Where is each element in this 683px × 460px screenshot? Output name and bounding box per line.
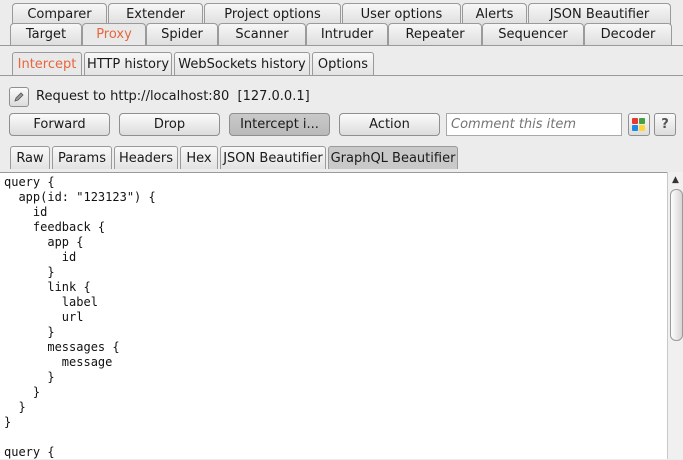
tab-scanner[interactable]: Scanner bbox=[218, 23, 306, 45]
tab-http-history[interactable]: HTTP history bbox=[84, 52, 172, 75]
tab-json-beautifier[interactable]: JSON Beautifier bbox=[528, 3, 671, 25]
tab-intercept[interactable]: Intercept bbox=[12, 52, 82, 75]
tab-repeater[interactable]: Repeater bbox=[388, 23, 482, 45]
message-editor[interactable]: query { app(id: "123123") { id feedback … bbox=[0, 172, 683, 459]
tab-websockets-history[interactable]: WebSockets history bbox=[174, 52, 310, 75]
tab-alerts[interactable]: Alerts bbox=[462, 3, 527, 25]
tab-extender[interactable]: Extender bbox=[108, 3, 203, 25]
tab-divider bbox=[0, 45, 683, 46]
tab-params[interactable]: Params bbox=[52, 146, 112, 169]
tab-options[interactable]: Options bbox=[312, 52, 374, 75]
subtab-divider bbox=[0, 75, 683, 76]
scrollbar-thumb[interactable] bbox=[670, 189, 683, 341]
request-info: Request to http://localhost:80 [127.0.0.… bbox=[36, 89, 310, 104]
scroll-up-arrow-icon[interactable]: ▲ bbox=[668, 172, 683, 187]
intercept-toggle-button[interactable]: Intercept i... bbox=[229, 113, 330, 136]
tab-graphql-beautifier[interactable]: GraphQL Beautifier bbox=[328, 146, 458, 169]
tab-comparer[interactable]: Comparer bbox=[12, 3, 107, 25]
tab-raw[interactable]: Raw bbox=[10, 146, 50, 169]
tab-proxy[interactable]: Proxy bbox=[82, 23, 146, 45]
graphql-query-text[interactable]: query { app(id: "123123") { id feedback … bbox=[0, 173, 683, 460]
tab-spider[interactable]: Spider bbox=[146, 23, 218, 45]
tab-project-options[interactable]: Project options bbox=[204, 3, 341, 25]
pencil-icon bbox=[14, 92, 24, 102]
tab-sequencer[interactable]: Sequencer bbox=[482, 23, 584, 45]
request-target: Request to http://localhost:80 bbox=[36, 89, 230, 104]
tab-target[interactable]: Target bbox=[10, 23, 82, 45]
color-grid-icon bbox=[632, 117, 645, 131]
edit-request-button[interactable] bbox=[9, 87, 29, 107]
tab-json-beautifier-view[interactable]: JSON Beautifier bbox=[220, 146, 326, 169]
action-button[interactable]: Action bbox=[339, 113, 440, 136]
forward-button[interactable]: Forward bbox=[9, 113, 110, 136]
drop-button[interactable]: Drop bbox=[119, 113, 220, 136]
tab-intruder[interactable]: Intruder bbox=[306, 23, 388, 45]
highlight-color-button[interactable] bbox=[628, 113, 650, 136]
tab-user-options[interactable]: User options bbox=[342, 3, 461, 25]
editor-scrollbar[interactable]: ▲ bbox=[667, 172, 683, 459]
help-button[interactable]: ? bbox=[654, 113, 676, 136]
tab-headers[interactable]: Headers bbox=[114, 146, 178, 169]
tab-decoder[interactable]: Decoder bbox=[584, 23, 672, 45]
request-ip: [127.0.0.1] bbox=[237, 89, 310, 104]
help-icon: ? bbox=[661, 117, 669, 132]
tab-hex[interactable]: Hex bbox=[180, 146, 218, 169]
comment-input[interactable] bbox=[446, 113, 622, 136]
